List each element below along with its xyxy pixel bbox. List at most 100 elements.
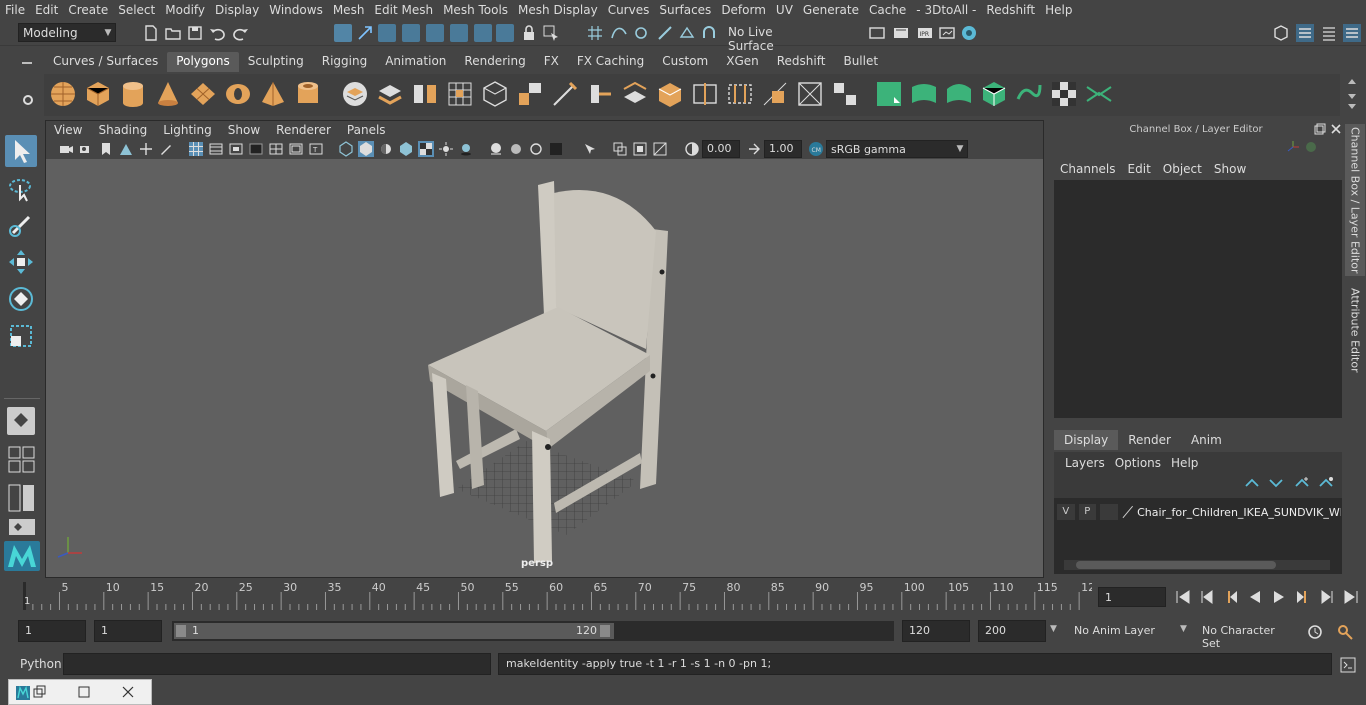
menu-help[interactable]: Help — [1040, 3, 1077, 17]
wireframe-on-shaded-icon[interactable] — [398, 141, 414, 157]
shelf-menu-icon[interactable] — [20, 58, 34, 68]
layer-menu-layers[interactable]: Layers — [1062, 456, 1112, 470]
two-view-layout-icon[interactable] — [8, 484, 36, 512]
menu-windows[interactable]: Windows — [264, 3, 328, 17]
menu-cache[interactable]: Cache — [864, 3, 911, 17]
tab-bullet[interactable]: Bullet — [834, 52, 887, 72]
toggle-attribute-editor-icon[interactable] — [1320, 24, 1338, 42]
move-layer-down-icon[interactable] — [1268, 476, 1284, 490]
help-mask-icon[interactable] — [496, 24, 514, 42]
panel-menu-renderer[interactable]: Renderer — [268, 123, 339, 137]
anti-aliasing-icon[interactable] — [528, 141, 544, 157]
uv-spherical-icon[interactable] — [944, 79, 974, 109]
paint-select-tool[interactable] — [5, 209, 37, 241]
tab-custom[interactable]: Custom — [653, 52, 717, 72]
poly-cylinder-icon[interactable] — [118, 79, 148, 109]
select-object-icon[interactable] — [356, 24, 374, 42]
camera-attributes-icon[interactable] — [78, 141, 94, 157]
isolate-select-icon[interactable] — [582, 141, 598, 157]
panel-menu-lighting[interactable]: Lighting — [155, 123, 220, 137]
layer-tab-display[interactable]: Display — [1054, 430, 1119, 450]
uv-cylindrical-icon[interactable] — [909, 79, 939, 109]
select-hierarchy-icon[interactable] — [334, 24, 352, 42]
uv-automatic-icon[interactable] — [979, 79, 1009, 109]
tab-animation[interactable]: Animation — [376, 52, 455, 72]
gamma-field[interactable]: 1.00 — [764, 140, 802, 158]
tab-attribute-editor[interactable]: Attribute Editor — [1345, 280, 1365, 380]
x-ray-icon[interactable] — [612, 141, 628, 157]
menu-mesh-display[interactable]: Mesh Display — [513, 3, 603, 17]
panel-menu-show[interactable]: Show — [220, 123, 268, 137]
resolution-gate-icon[interactable] — [228, 141, 244, 157]
motion-blur-icon[interactable] — [508, 141, 524, 157]
combine-icon[interactable] — [340, 79, 370, 109]
gate-mask-icon[interactable] — [248, 141, 264, 157]
use-all-lights-icon[interactable] — [438, 141, 454, 157]
lock-icon[interactable] — [520, 24, 538, 42]
range-end-grip[interactable] — [600, 625, 610, 637]
vertex-mask-icon[interactable] — [402, 24, 420, 42]
layer-color-icon[interactable] — [1120, 504, 1136, 520]
restore-window-icon[interactable] — [33, 685, 47, 699]
layer-visibility-toggle[interactable]: V — [1057, 504, 1075, 520]
extract-icon[interactable] — [410, 79, 440, 109]
mirror-icon[interactable] — [830, 79, 860, 109]
poly-torus-icon[interactable] — [223, 79, 253, 109]
command-language-toggle[interactable]: Python — [20, 657, 62, 671]
chevron-down-icon[interactable]: ▼ — [1050, 624, 1057, 634]
menu-modify[interactable]: Modify — [160, 3, 210, 17]
target-weld-icon[interactable] — [585, 79, 615, 109]
close-icon[interactable] — [1330, 123, 1342, 135]
exposure-field[interactable]: 0.00 — [702, 140, 740, 158]
tab-fx[interactable]: FX — [535, 52, 568, 72]
step-back-key-icon[interactable] — [1198, 588, 1216, 606]
move-tool[interactable] — [5, 246, 37, 278]
tab-rendering[interactable]: Rendering — [455, 52, 534, 72]
grease-pencil-icon[interactable] — [158, 141, 174, 157]
menu-uv[interactable]: UV — [771, 3, 798, 17]
extrude-icon[interactable] — [515, 79, 545, 109]
boolean-icon[interactable] — [795, 79, 825, 109]
playback-end-field[interactable]: 120 — [902, 620, 970, 642]
tab-fx-caching[interactable]: FX Caching — [568, 52, 653, 72]
tab-rigging[interactable]: Rigging — [313, 52, 376, 72]
render-settings-icon[interactable] — [868, 24, 886, 42]
live-surface-field[interactable]: No Live Surface — [724, 23, 820, 53]
command-input[interactable] — [63, 653, 491, 675]
poly-sphere-icon[interactable] — [48, 79, 78, 109]
move-layer-up-icon[interactable] — [1244, 476, 1260, 490]
uv-checker-icon[interactable] — [1049, 79, 1079, 109]
layer-menu-options[interactable]: Options — [1112, 456, 1168, 470]
grid-toggle-icon[interactable] — [188, 141, 204, 157]
redo-icon[interactable] — [232, 24, 250, 42]
rotate-tool[interactable] — [5, 283, 37, 315]
layer-row[interactable]: V P Chair_for_Children_IKEA_SUNDVIK_Wh — [1057, 502, 1341, 522]
snap-point-icon[interactable] — [632, 24, 650, 42]
fill-hole-icon[interactable] — [760, 79, 790, 109]
perspective-viewport[interactable]: persp — [46, 159, 1043, 577]
animation-end-field[interactable]: 200 — [978, 620, 1046, 642]
menu-curves[interactable]: Curves — [603, 3, 655, 17]
hypershade-icon[interactable] — [960, 24, 978, 42]
play-backward-icon[interactable] — [1246, 588, 1264, 606]
menu-edit[interactable]: Edit — [30, 3, 63, 17]
tab-channel-box[interactable]: Channel Box / Layer Editor — [1345, 124, 1365, 276]
float-panel-icon[interactable] — [1314, 123, 1326, 135]
select-component-icon[interactable] — [378, 24, 396, 42]
anim-layer-dropdown[interactable]: No Anim Layer — [1068, 622, 1178, 642]
bevel-icon[interactable] — [480, 79, 510, 109]
safe-action-icon[interactable] — [288, 141, 304, 157]
backface-culling-icon[interactable] — [652, 141, 668, 157]
chevron-down-icon[interactable]: ▼ — [1180, 624, 1187, 634]
face-mask-icon[interactable] — [450, 24, 468, 42]
save-scene-icon[interactable] — [186, 24, 204, 42]
open-scene-icon[interactable] — [164, 24, 182, 42]
menu-select[interactable]: Select — [113, 3, 160, 17]
wireframe-icon[interactable] — [338, 141, 354, 157]
offset-edge-loop-icon[interactable] — [725, 79, 755, 109]
render-view-icon[interactable] — [938, 24, 956, 42]
range-start-grip[interactable] — [176, 625, 186, 637]
menu-redshift[interactable]: Redshift — [981, 3, 1040, 17]
textured-icon[interactable] — [418, 141, 434, 157]
poly-pyramid-icon[interactable] — [258, 79, 288, 109]
